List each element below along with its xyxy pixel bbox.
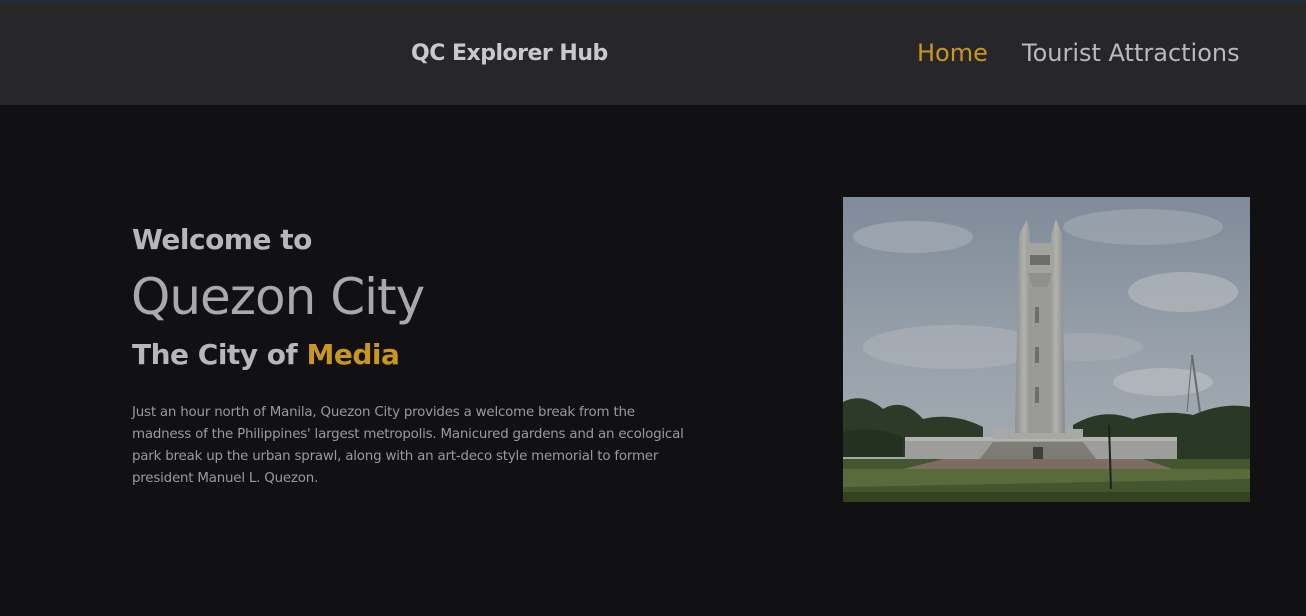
navbar: QC Explorer Hub Home Tourist Attractions (0, 3, 1306, 105)
tagline-prefix: The City of (132, 338, 298, 371)
quezon-memorial-image (843, 197, 1250, 502)
brand-logo-text[interactable]: QC Explorer Hub (411, 41, 608, 66)
nav-link-tourist-attractions[interactable]: Tourist Attractions (1022, 39, 1240, 67)
tagline-highlight: Media (306, 338, 400, 371)
tagline: The City of Media (132, 338, 400, 371)
hero-description: Just an hour north of Manila, Quezon Cit… (132, 405, 684, 486)
welcome-heading: Welcome to (132, 223, 312, 256)
hero-section: Welcome to Quezon City The City of Media… (0, 105, 1306, 616)
nav-link-home[interactable]: Home (917, 39, 988, 67)
city-title: Quezon City (131, 268, 425, 326)
